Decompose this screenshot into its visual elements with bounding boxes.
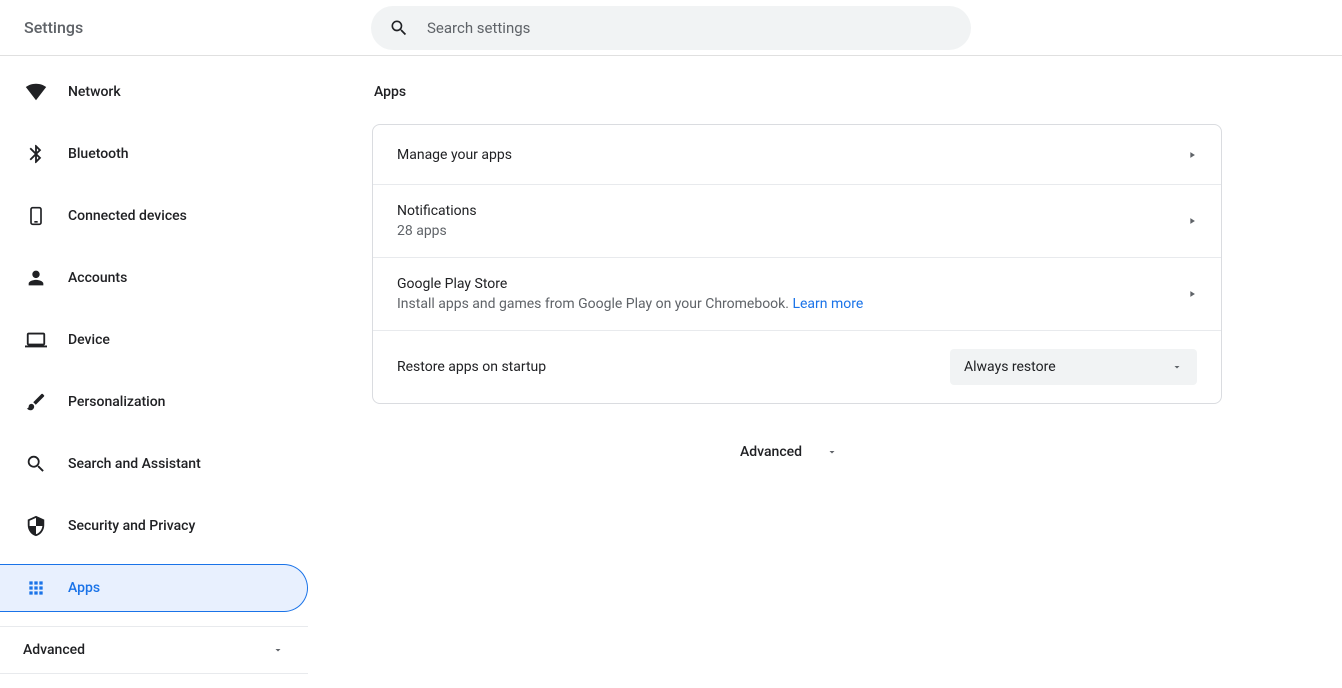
- row-title: Google Play Store: [397, 276, 863, 292]
- row-subtitle: Install apps and games from Google Play …: [397, 296, 863, 312]
- chevron-down-icon: [272, 644, 284, 656]
- sidebar-item-label: Bluetooth: [68, 146, 129, 162]
- row-title: Restore apps on startup: [397, 359, 546, 375]
- sidebar-item-apps[interactable]: Apps: [0, 564, 308, 612]
- bluetooth-icon: [24, 142, 48, 166]
- search-icon: [24, 452, 48, 476]
- app-header: Settings: [0, 0, 1342, 56]
- row-title: Notifications: [397, 203, 477, 219]
- row-notifications[interactable]: Notifications 28 apps: [373, 185, 1221, 258]
- sidebar-item-label: Personalization: [68, 394, 165, 410]
- sidebar-item-security-privacy[interactable]: Security and Privacy: [0, 502, 308, 550]
- row-play-store[interactable]: Google Play Store Install apps and games…: [373, 258, 1221, 331]
- row-title: Manage your apps: [397, 147, 512, 163]
- restore-dropdown[interactable]: Always restore: [950, 349, 1197, 385]
- settings-card: Manage your apps Notifications 28 apps G…: [372, 124, 1222, 404]
- sidebar-item-label: Search and Assistant: [68, 456, 201, 472]
- search-container[interactable]: [371, 6, 971, 50]
- sidebar-advanced-label: Advanced: [23, 642, 85, 658]
- apps-icon: [24, 576, 48, 600]
- sidebar-item-label: Apps: [68, 580, 100, 596]
- app-title: Settings: [24, 18, 83, 37]
- chevron-down-icon: [1171, 361, 1183, 373]
- row-manage-apps[interactable]: Manage your apps: [373, 125, 1221, 185]
- sidebar-item-accounts[interactable]: Accounts: [0, 254, 308, 302]
- sidebar-item-connected-devices[interactable]: Connected devices: [0, 192, 308, 240]
- chevron-right-icon: [1187, 289, 1197, 299]
- main-advanced-toggle[interactable]: Advanced: [740, 444, 838, 460]
- search-icon: [387, 16, 411, 40]
- sidebar-item-label: Device: [68, 332, 110, 348]
- laptop-icon: [24, 328, 48, 352]
- sidebar-item-device[interactable]: Device: [0, 316, 308, 364]
- dropdown-value: Always restore: [964, 359, 1056, 375]
- sidebar-advanced-toggle[interactable]: Advanced: [0, 626, 308, 674]
- chevron-right-icon: [1187, 150, 1197, 160]
- page-title: Apps: [374, 84, 406, 100]
- row-restore-startup: Restore apps on startup Always restore: [373, 331, 1221, 403]
- person-icon: [24, 266, 48, 290]
- sidebar-item-label: Security and Privacy: [68, 518, 195, 534]
- main-content: Apps Manage your apps Notifications 28 a…: [308, 56, 1342, 688]
- sidebar: Network Bluetooth Connected devices Acco…: [0, 56, 308, 688]
- sidebar-item-label: Network: [68, 84, 121, 100]
- search-input[interactable]: [427, 19, 955, 37]
- sidebar-item-label: Connected devices: [68, 208, 187, 224]
- sidebar-item-search-assistant[interactable]: Search and Assistant: [0, 440, 308, 488]
- chevron-down-icon: [826, 446, 838, 458]
- devices-icon: [24, 204, 48, 228]
- chevron-right-icon: [1187, 216, 1197, 226]
- wifi-icon: [24, 80, 48, 104]
- sidebar-item-label: Accounts: [68, 270, 127, 286]
- sidebar-item-bluetooth[interactable]: Bluetooth: [0, 130, 308, 178]
- brush-icon: [24, 390, 48, 414]
- advanced-label: Advanced: [740, 444, 802, 460]
- sidebar-item-network[interactable]: Network: [0, 68, 308, 116]
- security-icon: [24, 514, 48, 538]
- row-subtitle: 28 apps: [397, 223, 477, 239]
- sidebar-item-personalization[interactable]: Personalization: [0, 378, 308, 426]
- learn-more-link[interactable]: Learn more: [792, 296, 863, 312]
